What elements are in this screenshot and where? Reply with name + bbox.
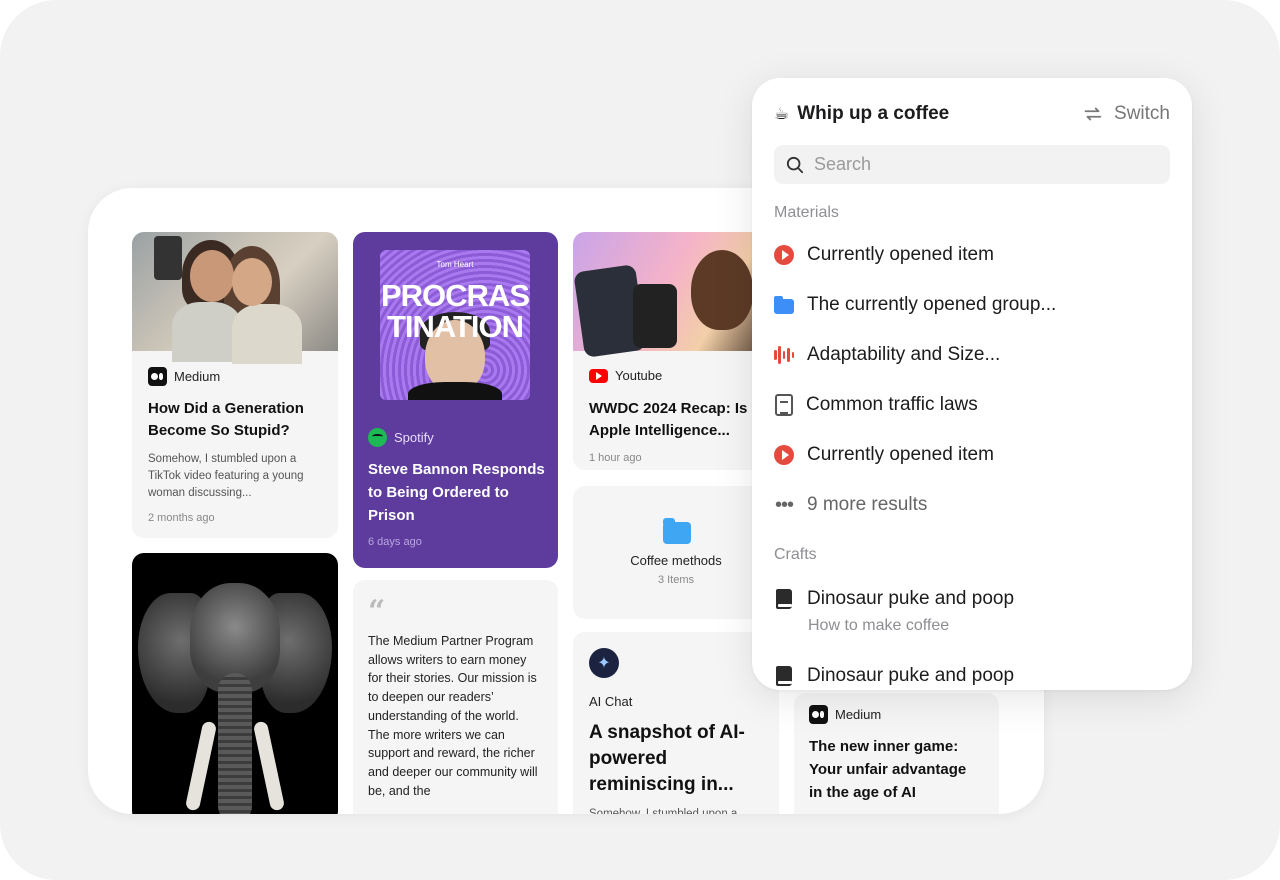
search-icon <box>786 156 804 173</box>
more-icon: ••• <box>774 494 794 516</box>
card-medium-article[interactable]: Medium How Did a Generation Become So St… <box>132 232 338 538</box>
popup-title: ☕ Whip up a coffee <box>774 103 950 124</box>
result-item[interactable]: Dinosaur puke and poop <box>774 584 1170 614</box>
search-input[interactable] <box>814 154 1158 175</box>
podcast-cover: Tom Heart PROCRAS TINATION <box>380 250 530 400</box>
card-medium-article-2[interactable]: Medium The new inner game: Your unfair a… <box>794 693 999 814</box>
card-youtube-video[interactable]: Youtube WWDC 2024 Recap: Is Apple Intell… <box>573 232 779 470</box>
card-time: 1 hour ago <box>589 452 642 464</box>
card-time: 6 days ago <box>368 536 422 548</box>
card-source: Medium <box>809 705 881 724</box>
ai-sparkle-icon <box>589 648 619 678</box>
quick-switch-popup: ☕ Whip up a coffee Switch Materials Curr… <box>752 78 1192 690</box>
book-icon <box>776 666 792 686</box>
audio-icon <box>774 345 794 365</box>
book-icon <box>776 589 792 609</box>
card-title: The new inner game: Your unfair advantag… <box>809 738 967 801</box>
quote-icon: “ <box>368 594 386 629</box>
card-folder[interactable]: Coffee methods 3 Items <box>573 486 779 619</box>
card-source: AI Chat <box>589 694 633 709</box>
search-field[interactable] <box>774 145 1170 184</box>
more-results-button[interactable]: ••• 9 more results <box>774 490 1170 520</box>
result-item[interactable]: Adaptability and Size... <box>774 340 1170 370</box>
section-label-crafts: Crafts <box>774 546 817 563</box>
video-thumbnail <box>573 232 779 358</box>
medium-icon <box>809 705 828 724</box>
popup-header: ☕ Whip up a coffee Switch <box>774 100 1170 128</box>
folder-icon <box>774 296 794 314</box>
card-title: WWDC 2024 Recap: Is Apple Intelligence..… <box>589 400 748 439</box>
card-source: Medium <box>148 367 220 386</box>
coffee-icon: ☕ <box>774 104 790 123</box>
quote-text: The Medium Partner Program allows writer… <box>368 634 538 798</box>
card-elephant-image[interactable] <box>132 553 338 814</box>
result-item[interactable]: Currently opened item <box>774 240 1170 270</box>
card-source: Youtube <box>589 368 662 383</box>
canvas-background: Medium How Did a Generation Become So St… <box>0 0 1280 880</box>
result-item[interactable]: The currently opened group... <box>774 290 1170 320</box>
card-title: Steve Bannon Responds to Being Ordered t… <box>368 461 545 524</box>
section-label-materials: Materials <box>774 204 839 221</box>
folder-icon <box>663 518 691 544</box>
card-title: How Did a Generation Become So Stupid? <box>148 400 304 439</box>
card-title: A snapshot of AI-powered reminiscing in.… <box>589 722 745 795</box>
result-item[interactable]: Common traffic laws <box>774 390 1170 420</box>
note-icon <box>775 394 793 416</box>
card-source: Spotify <box>368 428 434 447</box>
card-spotify-podcast[interactable]: Tom Heart PROCRAS TINATION Spotify Steve… <box>353 232 558 568</box>
selfie-image <box>132 232 338 364</box>
medium-icon <box>148 367 167 386</box>
card-excerpt: Somehow, I stumbled upon a TikTok video … <box>148 453 304 499</box>
card-time: 2 months ago <box>148 512 215 524</box>
card-ai-chat[interactable]: AI Chat A snapshot of AI-powered reminis… <box>573 632 779 814</box>
youtube-icon <box>589 368 608 383</box>
spotify-icon <box>368 428 387 447</box>
result-item-subtitle: How to make coffee <box>808 617 950 634</box>
result-item[interactable]: Dinosaur puke and poop <box>774 661 1170 690</box>
play-icon <box>774 245 794 265</box>
folder-title: Coffee methods <box>630 553 722 568</box>
folder-count: 3 Items <box>657 574 695 586</box>
switch-arrows-icon <box>1082 107 1104 121</box>
result-item[interactable]: Currently opened item <box>774 440 1170 470</box>
switch-button[interactable]: Switch <box>1082 103 1170 125</box>
play-icon <box>774 445 794 465</box>
card-quote[interactable]: “ The Medium Partner Program allows writ… <box>353 580 558 814</box>
card-excerpt: Somehow, I stumbled upon a <box>589 808 738 814</box>
